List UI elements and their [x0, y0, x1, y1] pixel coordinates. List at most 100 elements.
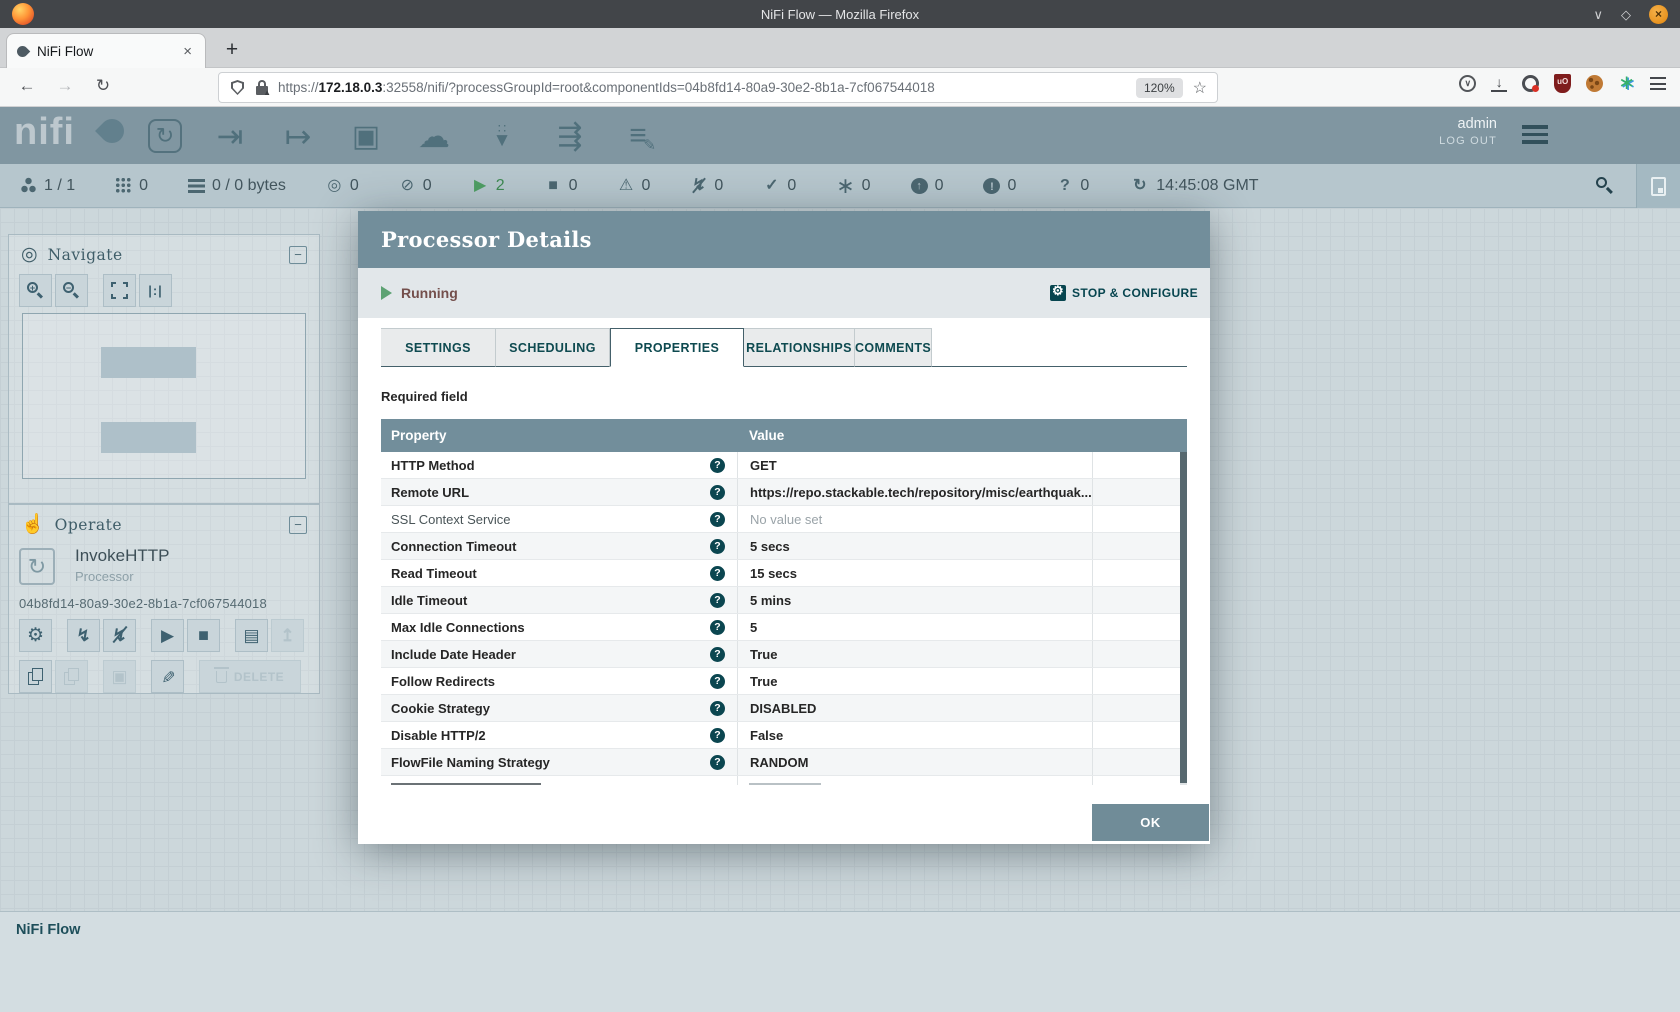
input-port-icon[interactable]: [210, 116, 250, 156]
reload-button[interactable]: ↻: [90, 76, 116, 96]
global-menu-icon[interactable]: [1522, 125, 1548, 144]
zoom-level-badge[interactable]: 120%: [1136, 78, 1183, 98]
status-item: 0: [763, 177, 796, 195]
disable-button[interactable]: [103, 619, 136, 652]
process-group-icon[interactable]: [346, 116, 386, 156]
property-row: Cookie Strategy? DISABLED: [381, 695, 1187, 722]
compass-icon: ◎: [21, 245, 38, 264]
delete-button[interactable]: DELETE: [199, 660, 301, 693]
help-icon[interactable]: ?: [710, 755, 725, 770]
help-icon[interactable]: ?: [710, 728, 725, 743]
search-icon[interactable]: [1596, 177, 1614, 195]
funnel-icon[interactable]: [482, 116, 522, 156]
collapse-navigate-button[interactable]: −: [289, 246, 307, 264]
ublock-extension-icon[interactable]: uO: [1554, 74, 1571, 93]
refresh-icon[interactable]: [1131, 177, 1148, 194]
dialog-tab[interactable]: SCHEDULING: [496, 328, 610, 367]
zoom-in-button[interactable]: +: [19, 274, 52, 307]
create-template-button[interactable]: [235, 619, 268, 652]
help-icon[interactable]: ?: [710, 593, 725, 608]
group-button[interactable]: [103, 660, 136, 693]
connection-lock-icon[interactable]: ▲: [256, 80, 268, 95]
dialog-tab[interactable]: RELATIONSHIPS: [744, 328, 855, 367]
logout-link[interactable]: LOG OUT: [1439, 135, 1497, 147]
ok-button[interactable]: OK: [1092, 804, 1209, 841]
copy-button[interactable]: [19, 660, 52, 693]
window-close-button[interactable]: ×: [1649, 5, 1668, 24]
help-icon[interactable]: ?: [710, 647, 725, 662]
panel-toggle-button[interactable]: [1636, 164, 1680, 208]
zoom-fit-button[interactable]: [103, 274, 136, 307]
dialog-tab[interactable]: COMMENTS: [855, 328, 932, 367]
breadcrumb[interactable]: NiFi Flow: [16, 922, 80, 938]
help-icon[interactable]: ?: [710, 485, 725, 500]
collapse-operate-button[interactable]: −: [289, 516, 307, 534]
property-row: Idle Timeout? 5 mins: [381, 587, 1187, 614]
window-minimize-button[interactable]: ∨: [1593, 8, 1603, 21]
browser-menu-icon[interactable]: [1650, 77, 1666, 90]
brush-icon: [160, 667, 174, 687]
connected-nodes-icon: [20, 177, 37, 194]
dialog-tab[interactable]: SETTINGS: [381, 328, 496, 367]
help-icon[interactable]: ?: [710, 539, 725, 554]
extension-asterisk-icon[interactable]: ∗: [1618, 75, 1635, 92]
window-maximize-button[interactable]: ◇: [1621, 8, 1631, 21]
dialog-tabbar: SETTINGS SCHEDULING PROPERTIES RELATIONS…: [381, 328, 1187, 367]
stop-button[interactable]: [187, 619, 220, 652]
help-icon[interactable]: ?: [710, 512, 725, 527]
property-name: Include Date Header: [391, 647, 516, 662]
new-tab-button[interactable]: +: [218, 38, 246, 62]
downloads-icon[interactable]: ↓: [1491, 76, 1507, 92]
required-field-label: Required field: [381, 389, 1187, 404]
tab-close-icon[interactable]: ×: [180, 43, 195, 60]
status-item: 0: [690, 177, 723, 195]
tab-title: NiFi Flow: [37, 44, 180, 59]
label-icon[interactable]: [618, 116, 658, 156]
configure-button[interactable]: [19, 619, 52, 652]
birdseye-map[interactable]: [22, 313, 306, 479]
paste-button[interactable]: [55, 660, 88, 693]
pocket-icon[interactable]: ∨: [1459, 75, 1476, 92]
processor-icon[interactable]: [148, 119, 182, 153]
last-refresh-time: 14:45:08 GMT: [1156, 177, 1258, 195]
permission-blocked-icon[interactable]: [1522, 75, 1539, 92]
start-button[interactable]: [151, 619, 184, 652]
tracking-protection-shield-icon[interactable]: [231, 80, 244, 95]
stop-and-configure-button[interactable]: STOP & CONFIGURE: [1050, 285, 1198, 301]
enable-button[interactable]: [67, 619, 100, 652]
dialog-tab[interactable]: PROPERTIES: [610, 328, 744, 367]
forward-button[interactable]: →: [52, 76, 78, 96]
fill-color-button[interactable]: [151, 660, 184, 693]
window-titlebar: NiFi Flow — Mozilla Firefox ∨ ◇ ×: [0, 0, 1680, 28]
zoom-out-button[interactable]: −: [55, 274, 88, 307]
bookmark-star-icon[interactable]: ☆: [1193, 78, 1207, 98]
nifi-favicon-icon: [15, 43, 31, 59]
group-icon: [111, 667, 127, 687]
value-column-header: Value: [737, 428, 784, 443]
property-name: Remote URL: [391, 485, 469, 500]
url-bar[interactable]: ▲ https://172.18.0.3:32558/nifi/?process…: [218, 72, 1218, 103]
browser-tab-nifi-flow[interactable]: NiFi Flow ×: [6, 33, 206, 68]
property-name: Connection Timeout: [391, 539, 516, 554]
table-scrollbar[interactable]: [1180, 452, 1187, 785]
help-icon[interactable]: ?: [710, 701, 725, 716]
nifi-drop-icon: [95, 114, 129, 148]
scrollbar-thumb[interactable]: [1180, 452, 1187, 783]
hand-icon: ☝: [21, 515, 45, 534]
help-icon[interactable]: ?: [710, 458, 725, 473]
zoom-out-icon: −: [63, 282, 80, 299]
back-button[interactable]: ←: [14, 76, 40, 96]
actual-size-button[interactable]: |:|: [139, 274, 172, 307]
breadcrumb-bar: NiFi Flow: [0, 911, 1680, 1012]
help-icon[interactable]: ?: [710, 566, 725, 581]
help-icon[interactable]: ?: [710, 620, 725, 635]
output-port-icon[interactable]: [278, 116, 318, 156]
dialog-title: Processor Details: [381, 227, 592, 252]
remote-process-group-icon[interactable]: [414, 116, 454, 156]
upload-template-button[interactable]: [271, 619, 304, 652]
url-text[interactable]: https://172.18.0.3:32558/nifi/?processGr…: [278, 80, 1136, 95]
firefox-logo-icon: [12, 3, 34, 25]
template-icon[interactable]: [550, 116, 590, 156]
help-icon[interactable]: ?: [710, 674, 725, 689]
cookie-extension-icon[interactable]: [1586, 75, 1603, 92]
